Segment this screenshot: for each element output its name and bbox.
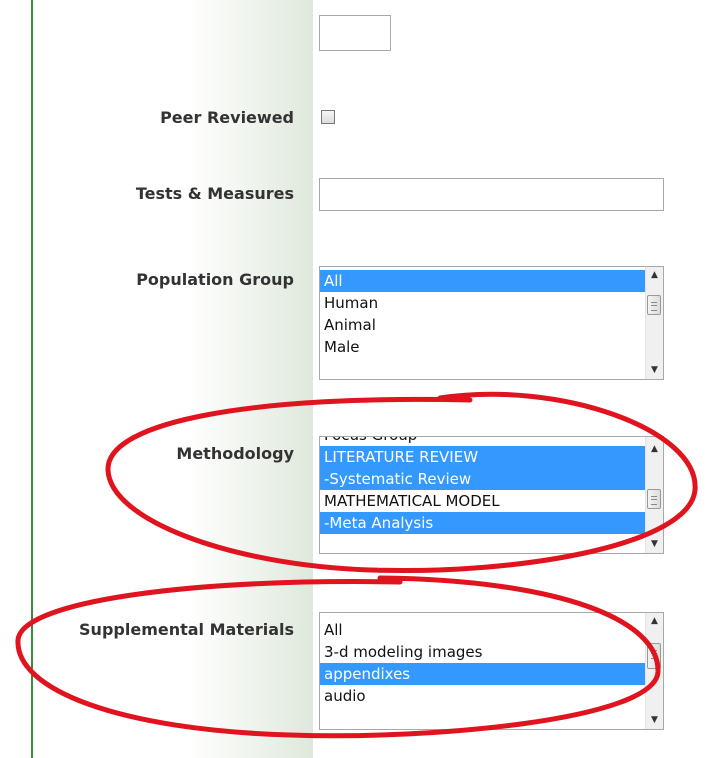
list-item[interactable]: -Systematic Review — [320, 468, 645, 490]
supplemental-materials-options: All 3-d modeling images appendixes audio — [320, 619, 645, 707]
scroll-up-icon[interactable]: ▲ — [646, 267, 663, 284]
scroll-thumb[interactable] — [647, 643, 661, 669]
list-item[interactable]: -Meta Analysis — [320, 512, 645, 534]
scroll-thumb[interactable] — [647, 295, 661, 315]
list-item[interactable]: appendixes — [320, 663, 645, 685]
scroll-down-icon[interactable]: ▼ — [646, 536, 663, 553]
methodology-scrollbar[interactable]: ▲ ▼ — [645, 437, 663, 553]
scroll-down-icon[interactable]: ▼ — [646, 362, 663, 379]
list-item[interactable]: All — [320, 270, 645, 292]
supplemental-materials-label: Supplemental Materials — [79, 620, 294, 639]
population-group-scrollbar[interactable]: ▲ ▼ — [645, 267, 663, 379]
tests-measures-input[interactable] — [319, 178, 664, 211]
population-group-label: Population Group — [136, 270, 294, 289]
supplemental-materials-listbox[interactable]: All 3-d modeling images appendixes audio… — [319, 612, 664, 730]
list-item[interactable]: Human — [320, 292, 645, 314]
list-item[interactable]: 3-d modeling images — [320, 641, 645, 663]
scroll-thumb[interactable] — [647, 489, 661, 509]
methodology-options: Focus Group LITERATURE REVIEW -Systemati… — [320, 437, 645, 534]
list-item[interactable]: MATHEMATICAL MODEL — [320, 490, 645, 512]
list-item[interactable]: All — [320, 619, 645, 641]
supplemental-materials-scrollbar[interactable]: ▲ ▼ — [645, 613, 663, 729]
methodology-label: Methodology — [176, 444, 294, 463]
population-group-options: All Human Animal Male — [320, 270, 645, 358]
list-item[interactable]: audio — [320, 685, 645, 707]
list-item[interactable]: Animal — [320, 314, 645, 336]
tests-measures-label: Tests & Measures — [135, 184, 294, 203]
list-item[interactable]: Focus Group — [320, 437, 645, 446]
scroll-down-icon[interactable]: ▼ — [646, 712, 663, 729]
peer-reviewed-label: Peer Reviewed — [160, 108, 294, 127]
peer-reviewed-checkbox[interactable] — [321, 110, 335, 124]
scroll-up-icon[interactable]: ▲ — [646, 613, 663, 630]
scroll-up-icon[interactable]: ▲ — [646, 441, 663, 458]
top-field[interactable] — [319, 15, 391, 51]
list-item[interactable]: Male — [320, 336, 645, 358]
list-item[interactable]: LITERATURE REVIEW — [320, 446, 645, 468]
population-group-listbox[interactable]: All Human Animal Male ▲ ▼ — [319, 266, 664, 380]
methodology-listbox[interactable]: Focus Group LITERATURE REVIEW -Systemati… — [319, 436, 664, 554]
